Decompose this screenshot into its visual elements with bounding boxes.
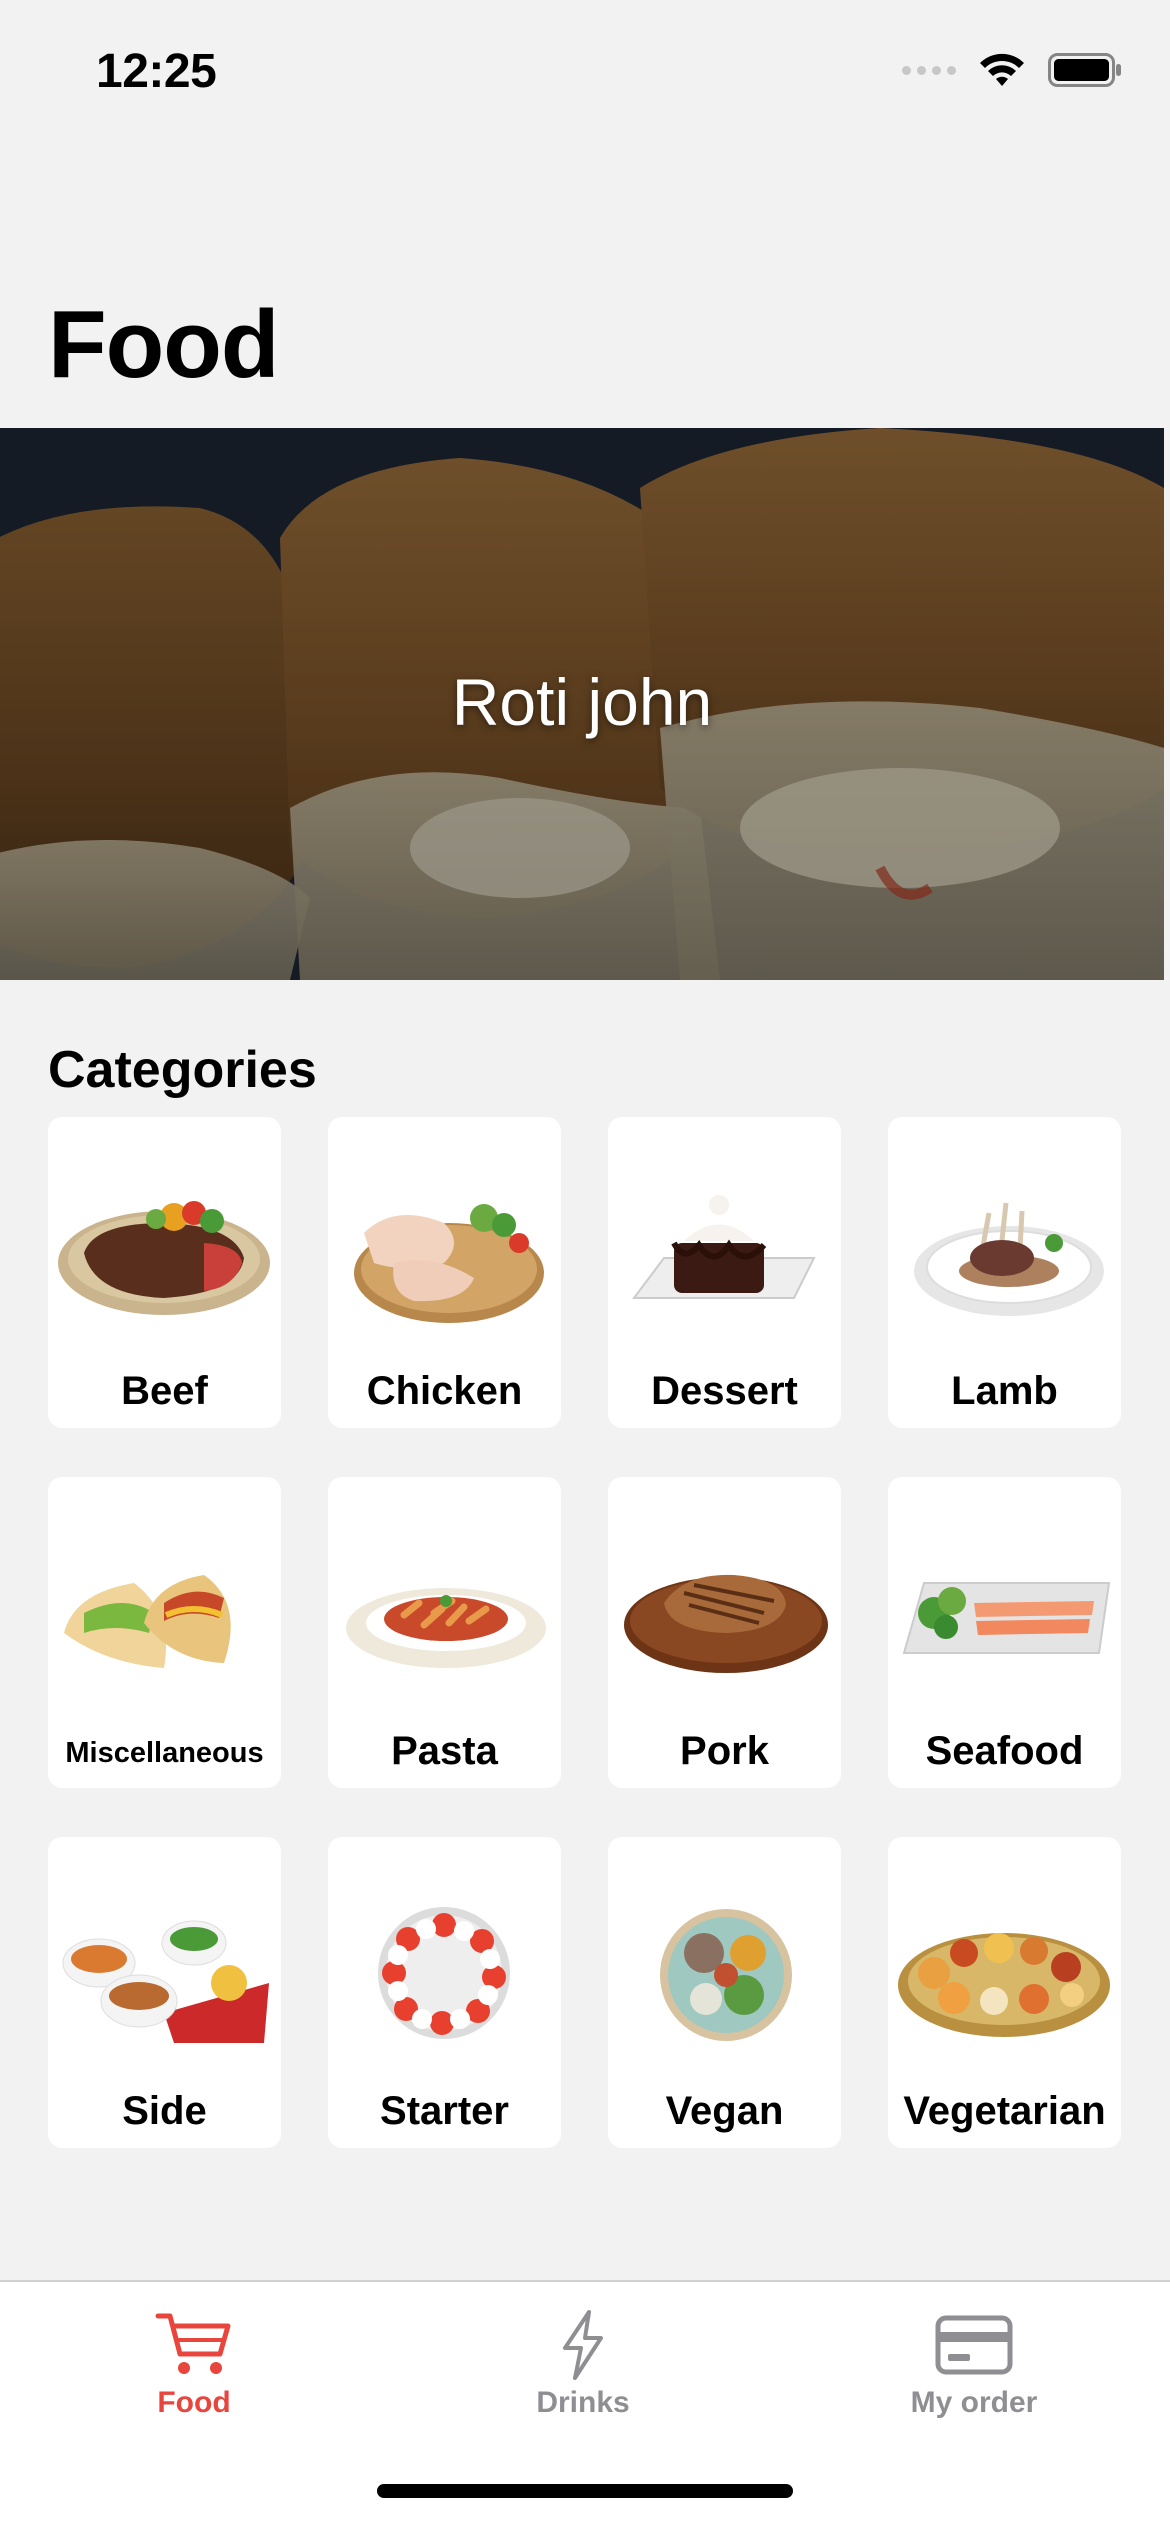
category-card-pork[interactable]: Pork — [608, 1477, 841, 1788]
starter-image — [378, 1907, 510, 2039]
category-label: Pasta — [391, 1729, 498, 1773]
tab-drinks[interactable]: Drinks — [433, 2310, 733, 2420]
category-label: Side — [122, 2089, 207, 2133]
wifi-icon — [980, 53, 1024, 86]
category-label: Pork — [680, 1729, 769, 1773]
category-card-seafood[interactable]: Seafood — [888, 1477, 1121, 1788]
tab-my-order[interactable]: My order — [824, 2310, 1124, 2420]
category-card-miscellaneous[interactable]: Miscellaneous — [48, 1477, 281, 1788]
category-card-chicken[interactable]: Chicken — [328, 1117, 561, 1428]
battery-icon — [1048, 53, 1121, 87]
status-bar: 12:25 — [0, 0, 1170, 150]
dessert-image — [632, 1195, 816, 1299]
category-label: Vegetarian — [903, 2089, 1106, 2133]
side-image — [62, 1920, 269, 2043]
category-label: Dessert — [651, 1369, 798, 1413]
category-label: Miscellaneous — [65, 1737, 264, 1769]
pork-image — [624, 1574, 828, 1673]
chicken-image — [354, 1204, 544, 1323]
categories-grid: Beef Chicken Dessert Lamb Miscellaneous … — [48, 1117, 1122, 2148]
category-card-lamb[interactable]: Lamb — [888, 1117, 1121, 1428]
category-label: Seafood — [925, 1729, 1084, 1773]
beef-image — [58, 1201, 270, 1315]
category-card-dessert[interactable]: Dessert — [608, 1117, 841, 1428]
featured-meal-banner[interactable]: Roti john — [0, 428, 1164, 980]
category-card-beef[interactable]: Beef — [48, 1117, 281, 1428]
tab-food[interactable]: Food — [44, 2310, 344, 2420]
tab-label: My order — [910, 2386, 1038, 2419]
home-indicator — [377, 2484, 793, 2498]
category-card-starter[interactable]: Starter — [328, 1837, 561, 2148]
status-time: 12:25 — [96, 45, 217, 98]
vegetarian-image — [898, 1933, 1110, 2037]
miscellaneous-image — [64, 1575, 231, 1668]
pasta-image — [346, 1588, 546, 1668]
category-label: Vegan — [665, 2089, 784, 2133]
tab-label: Food — [157, 2386, 231, 2419]
status-icons — [902, 52, 1122, 88]
category-card-vegetarian[interactable]: Vegetarian — [888, 1837, 1121, 2148]
vegan-image — [660, 1909, 792, 2041]
category-card-pasta[interactable]: Pasta — [328, 1477, 561, 1788]
tab-label: Drinks — [536, 2386, 630, 2419]
page-title: Food — [48, 291, 280, 398]
category-label: Beef — [121, 1369, 208, 1413]
category-label: Starter — [380, 2089, 509, 2133]
lamb-image — [914, 1202, 1104, 1316]
category-card-vegan[interactable]: Vegan — [608, 1837, 841, 2148]
category-label: Lamb — [951, 1369, 1058, 1413]
cart-icon — [155, 2313, 231, 2374]
lightning-icon — [563, 2310, 603, 2380]
seafood-image — [902, 1582, 1111, 1654]
category-card-side[interactable]: Side — [48, 1837, 281, 2148]
credit-card-icon — [935, 2315, 1013, 2375]
featured-meal-name: Roti john — [451, 665, 713, 739]
cellular-signal-icon — [902, 65, 956, 75]
categories-heading: Categories — [48, 1041, 317, 1099]
category-label: Chicken — [366, 1369, 523, 1413]
